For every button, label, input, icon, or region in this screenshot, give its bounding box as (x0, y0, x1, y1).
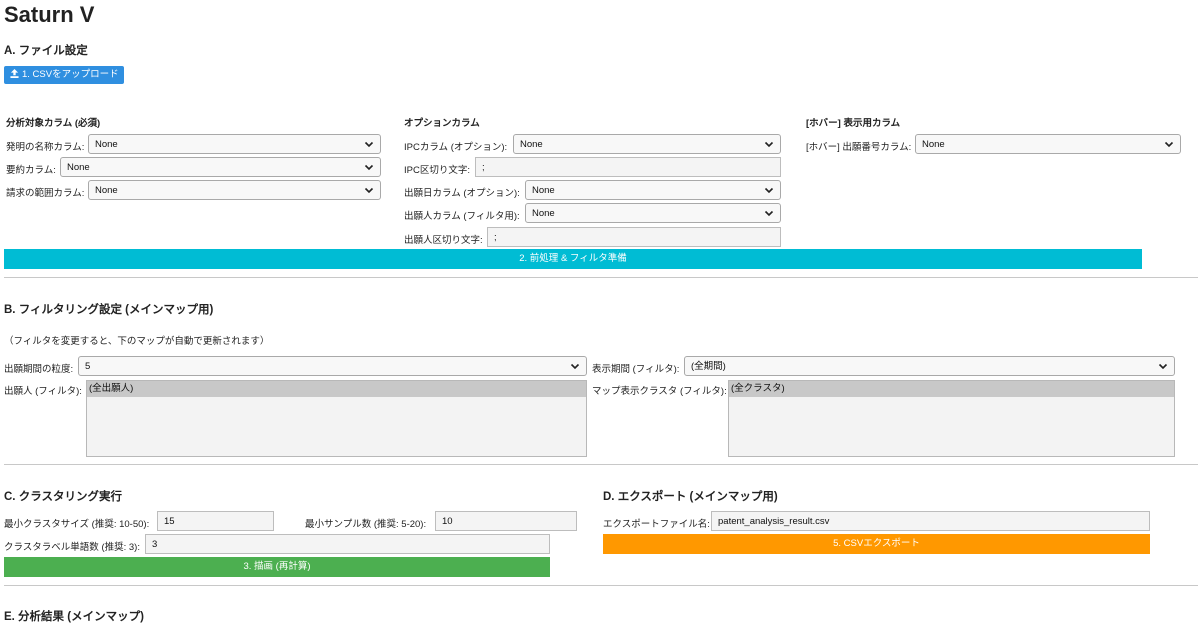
ipc-separator-input[interactable]: ; (475, 157, 781, 177)
chevron-down-icon (764, 187, 774, 194)
number-column-select[interactable]: None (915, 134, 1181, 154)
ipc-column-label: IPCカラム (オプション): (404, 142, 508, 153)
export-filename-input[interactable]: patent_analysis_result.csv (711, 511, 1150, 531)
chevron-down-icon (364, 141, 374, 148)
divider (4, 277, 1198, 278)
section-b-heading: B. フィルタリング設定 (メインマップ用) (4, 304, 214, 316)
divider (4, 464, 1198, 465)
section-c-heading: C. クラスタリング実行 (4, 491, 122, 503)
granularity-select[interactable]: 5 (78, 356, 587, 376)
section-a-heading: A. ファイル設定 (4, 45, 88, 57)
applicant-separator-label: 出願人区切り文字: (404, 235, 483, 246)
period-label: 表示期間 (フィルタ): (592, 364, 680, 375)
claims-column-select[interactable]: None (88, 180, 381, 200)
cluster-filter-list[interactable]: (全クラスタ) (728, 380, 1175, 457)
ipc-column-select[interactable]: None (513, 134, 781, 154)
applicant-column-select[interactable]: None (525, 203, 781, 223)
upload-csv-label: 1. CSVをアップロード (22, 69, 119, 80)
chevron-down-icon (364, 164, 374, 171)
preprocess-button[interactable]: 2. 前処理 & フィルタ準備 (4, 249, 1142, 269)
applicant-filter-label: 出願人 (フィルタ): (4, 386, 82, 397)
min-cluster-size-label: 最小クラスタサイズ (推奨: 10-50): (4, 519, 150, 530)
title-column-select[interactable]: None (88, 134, 381, 154)
chevron-down-icon (764, 210, 774, 217)
min-samples-input[interactable]: 10 (435, 511, 577, 531)
draw-button[interactable]: 3. 描画 (再計算) (4, 557, 550, 577)
date-column-label: 出願日カラム (オプション): (404, 188, 520, 199)
divider (4, 585, 1198, 586)
list-item[interactable]: (全出願人) (87, 381, 586, 397)
applicant-separator-input[interactable]: ; (487, 227, 781, 247)
cluster-filter-label: マップ表示クラスタ (フィルタ): (592, 386, 727, 397)
label-words-input[interactable]: 3 (145, 534, 550, 554)
chevron-down-icon (570, 363, 580, 370)
chevron-down-icon (1164, 141, 1174, 148)
col3-heading: [ホバー] 表示用カラム (806, 118, 901, 129)
app-title: Saturn V (4, 2, 95, 27)
period-select[interactable]: (全期間) (684, 356, 1175, 376)
chevron-down-icon (1158, 363, 1168, 370)
abstract-column-select[interactable]: None (60, 157, 381, 177)
chevron-down-icon (364, 187, 374, 194)
number-column-label: [ホバー] 出願番号カラム: (806, 142, 912, 153)
export-csv-button[interactable]: 5. CSVエクスポート (603, 534, 1150, 554)
abstract-column-label: 要約カラム: (6, 165, 56, 176)
granularity-label: 出願期間の粒度: (4, 364, 74, 375)
label-words-label: クラスタラベル単語数 (推奨: 3): (4, 542, 140, 553)
min-samples-label: 最小サンプル数 (推奨: 5-20): (305, 519, 427, 530)
date-column-select[interactable]: None (525, 180, 781, 200)
title-column-label: 発明の名称カラム: (6, 142, 85, 153)
section-e-heading: E. 分析結果 (メインマップ) (4, 611, 144, 623)
upload-icon (10, 69, 19, 78)
list-item[interactable]: (全クラスタ) (729, 381, 1174, 397)
applicant-filter-list[interactable]: (全出願人) (86, 380, 587, 457)
col1-heading: 分析対象カラム (必須) (6, 118, 101, 129)
filter-note: （フィルタを変更すると、下のマップが自動で更新されます） (4, 336, 270, 347)
chevron-down-icon (764, 141, 774, 148)
ipc-separator-label: IPC区切り文字: (404, 165, 470, 176)
claims-column-label: 請求の範囲カラム: (6, 188, 85, 199)
min-cluster-size-input[interactable]: 15 (157, 511, 274, 531)
section-d-heading: D. エクスポート (メインマップ用) (603, 491, 778, 503)
upload-csv-button[interactable]: 1. CSVをアップロード (4, 66, 124, 84)
col2-heading: オプションカラム (404, 118, 480, 129)
export-filename-label: エクスポートファイル名: (603, 519, 710, 530)
applicant-column-label: 出願人カラム (フィルタ用): (404, 211, 520, 222)
